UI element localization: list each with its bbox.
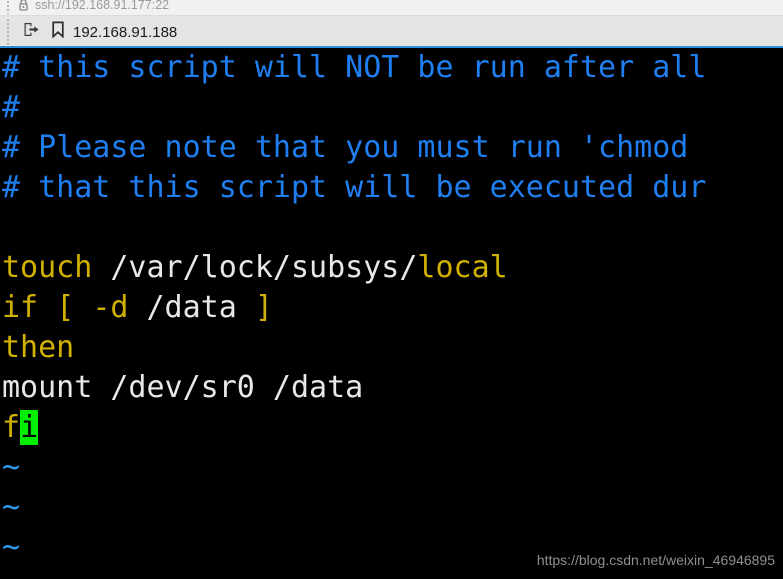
code-span: # this script will NOT be run after all (2, 50, 707, 85)
code-span: /var/lock/subsys/ (92, 250, 418, 285)
lock-icon (18, 0, 29, 16)
code-span: if (2, 290, 39, 325)
forward-transfer-icon[interactable] (23, 21, 40, 43)
code-span: -d (92, 290, 129, 325)
bookmark-host-label: 192.168.91.188 (73, 23, 178, 41)
terminal-viewport[interactable]: # this script will NOT be run after all #… (0, 48, 783, 579)
command-line-then: then (0, 328, 783, 368)
bookmark-bar[interactable]: 192.168.91.188 (0, 16, 783, 48)
watermark-label: https://blog.csdn.net/weixin_46946895 (536, 552, 775, 568)
code-span: touch (2, 250, 93, 285)
connection-url-label: ssh://192.168.91.177:22 (35, 0, 170, 12)
code-span (74, 290, 92, 325)
comment-line-1: # this script will NOT be run after all (0, 48, 783, 88)
window-header: ssh://192.168.91.177:22 192.168.91.188 (0, 0, 783, 48)
command-line-mount: mount /dev/sr0 /data (0, 368, 783, 408)
empty-marker-line-1: ~ (0, 448, 783, 488)
code-span: f (2, 410, 21, 445)
code-span: then (2, 330, 75, 365)
grip-dots-icon (7, 1, 9, 14)
command-line-if: if [ -d /data ] (0, 288, 783, 328)
text-cursor: i (20, 410, 39, 445)
code-span (38, 290, 56, 325)
bookmark-drag-handle[interactable] (0, 16, 16, 48)
command-line-touch: touch /var/lock/subsys/local (0, 248, 783, 288)
code-span: # (2, 90, 21, 125)
comment-line-3: # Please note that you must run 'chmod (0, 128, 783, 168)
code-span: # that this script will be executed dur (2, 170, 707, 205)
ssh-terminal-window: ssh://192.168.91.177:22 192.168.91.188 #… (0, 0, 783, 579)
command-line-fi: fi (0, 408, 783, 448)
code-span: /data (128, 290, 255, 325)
code-span: # Please note that you must run 'chmod (2, 130, 689, 165)
code-span: ~ (2, 530, 21, 565)
grip-dots-icon (7, 19, 9, 45)
code-span: mount /dev/sr0 /data (2, 370, 364, 405)
connection-bar[interactable]: ssh://192.168.91.177:22 (0, 0, 783, 16)
drag-handle[interactable] (0, 0, 16, 15)
code-span: local (417, 250, 508, 285)
empty-marker-line-2: ~ (0, 488, 783, 528)
code-span: [ (56, 290, 75, 325)
code-span: ~ (2, 490, 21, 525)
bookmark-icon[interactable] (51, 21, 65, 43)
comment-line-2: # (0, 88, 783, 128)
code-span: ~ (2, 450, 21, 485)
code-span: ] (254, 290, 273, 325)
comment-line-4: # that this script will be executed dur (0, 168, 783, 208)
